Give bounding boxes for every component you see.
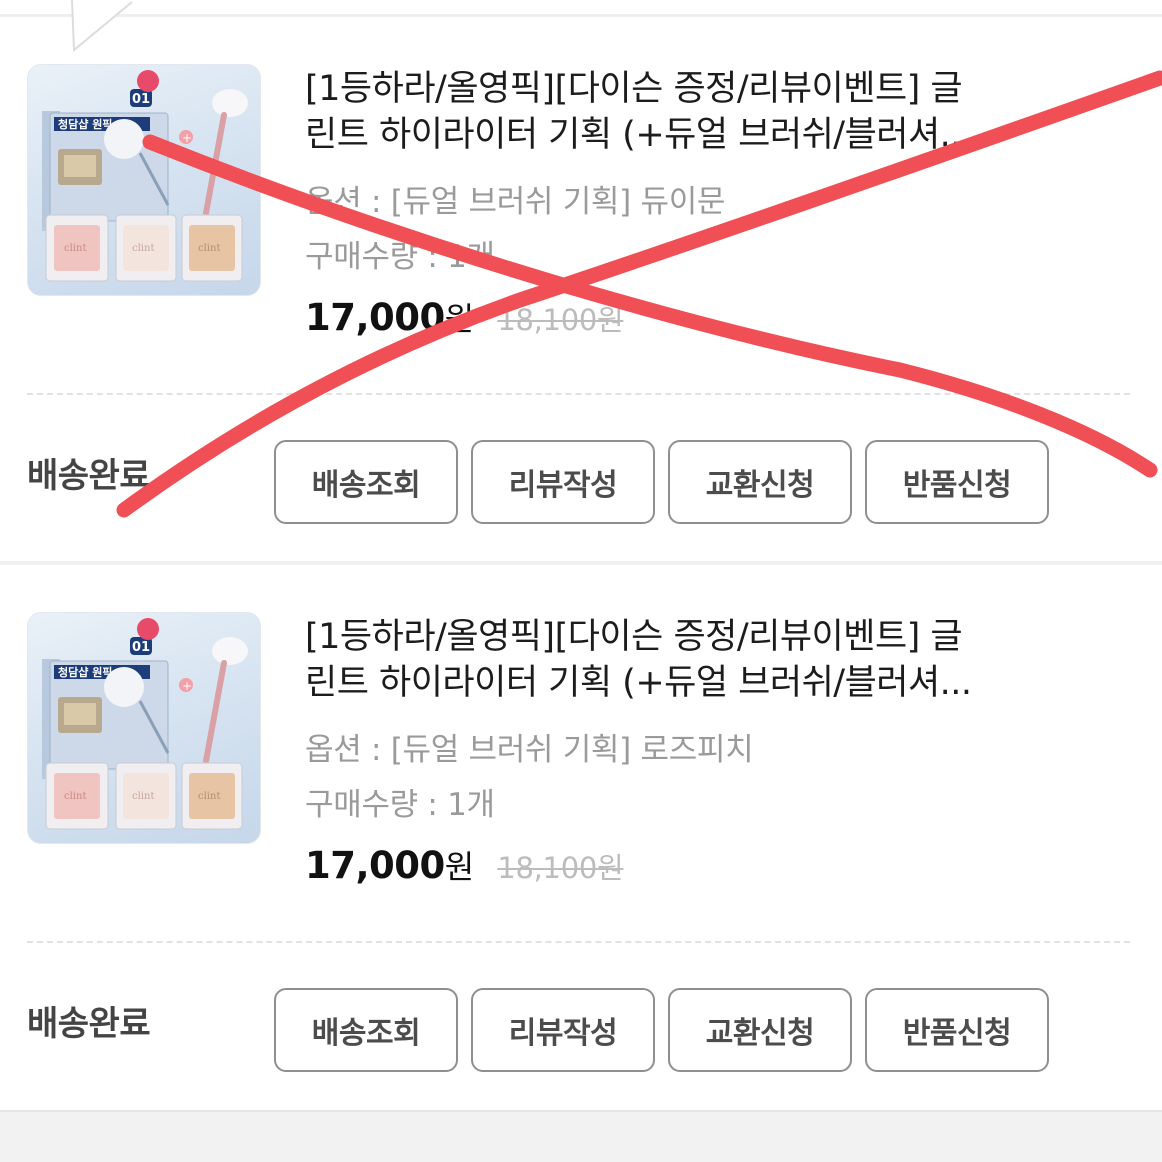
- delivery-status: 배송완료: [27, 456, 151, 496]
- currency-unit: 원: [444, 848, 475, 886]
- thumb-brand: clint: [64, 243, 86, 254]
- thumb-number: 01: [132, 640, 150, 655]
- dashed-divider: [27, 941, 1130, 943]
- track-delivery-button[interactable]: 배송조회: [274, 440, 458, 524]
- product-option: 옵션 : [듀얼 브러쉬 기획] 듀이문: [305, 184, 726, 220]
- thumb-number: 01: [132, 92, 150, 107]
- sale-price: 17,000: [305, 844, 445, 887]
- bottom-divider: [0, 1110, 1162, 1112]
- original-price: 18,100원: [497, 303, 624, 337]
- write-review-button[interactable]: 리뷰작성: [471, 988, 655, 1072]
- order-item: 청담샵 원픽 01 + clint clint clint [1등하라/올영픽]…: [0, 566, 1162, 1111]
- product-title-line2: 린트 하이라이터 기획 (+듀얼 브러쉬/블러셔...: [305, 115, 972, 155]
- track-delivery-button[interactable]: 배송조회: [274, 988, 458, 1072]
- order-item: 청담샵 원픽 01 + clint clint clint [1등하라/올영픽]…: [0, 18, 1162, 563]
- thumb-brand-2: clint: [132, 243, 154, 254]
- original-price: 18,100원: [497, 851, 624, 885]
- price-row: 17,000원 18,100원: [305, 842, 624, 888]
- thumb-brand-3: clint: [198, 791, 220, 802]
- product-image: 청담샵 원픽 01 + clint clint clint: [42, 70, 248, 282]
- request-return-button[interactable]: 반품신청: [865, 988, 1049, 1072]
- product-title-line2: 린트 하이라이터 기획 (+듀얼 브러쉬/블러셔...: [305, 663, 972, 703]
- delivery-status: 배송완료: [27, 1004, 151, 1044]
- thumb-brand-2: clint: [132, 791, 154, 802]
- request-exchange-button[interactable]: 교환신청: [668, 440, 852, 524]
- product-title-line1: [1등하라/올영픽][다이슨 증정/리뷰이벤트] 글: [305, 617, 963, 657]
- thumb-brand-3: clint: [198, 243, 220, 254]
- write-review-button[interactable]: 리뷰작성: [471, 440, 655, 524]
- request-exchange-button[interactable]: 교환신청: [668, 988, 852, 1072]
- order-separator: [0, 561, 1162, 565]
- product-quantity: 구매수량 : 1개: [305, 239, 495, 275]
- product-image: 청담샵 원픽 01 + clint clint clint: [42, 618, 248, 830]
- top-bar: [0, 0, 1162, 18]
- product-title[interactable]: [1등하라/올영픽][다이슨 증정/리뷰이벤트] 글 린트 하이라이터 기획 (…: [305, 66, 1025, 158]
- product-option: 옵션 : [듀얼 브러쉬 기획] 로즈피치: [305, 732, 754, 768]
- product-title-line1: [1등하라/올영픽][다이슨 증정/리뷰이벤트] 글: [305, 69, 963, 109]
- thumb-headline: 청담샵 원픽: [58, 117, 112, 131]
- currency-unit: 원: [444, 300, 475, 338]
- svg-text:+: +: [182, 131, 192, 145]
- thumb-brand: clint: [64, 791, 86, 802]
- product-quantity: 구매수량 : 1개: [305, 787, 495, 823]
- svg-text:+: +: [182, 679, 192, 693]
- price-row: 17,000원 18,100원: [305, 294, 624, 340]
- bottom-gray-band: [0, 1110, 1162, 1162]
- thumb-headline: 청담샵 원픽: [58, 665, 112, 679]
- product-title[interactable]: [1등하라/올영픽][다이슨 증정/리뷰이벤트] 글 린트 하이라이터 기획 (…: [305, 614, 1025, 706]
- dashed-divider: [27, 393, 1130, 395]
- product-thumbnail[interactable]: 청담샵 원픽 01 + clint clint clint: [27, 612, 261, 844]
- product-thumbnail[interactable]: 청담샵 원픽 01 + clint clint clint: [27, 64, 261, 296]
- sale-price: 17,000: [305, 296, 445, 339]
- request-return-button[interactable]: 반품신청: [865, 440, 1049, 524]
- top-divider: [0, 14, 1162, 17]
